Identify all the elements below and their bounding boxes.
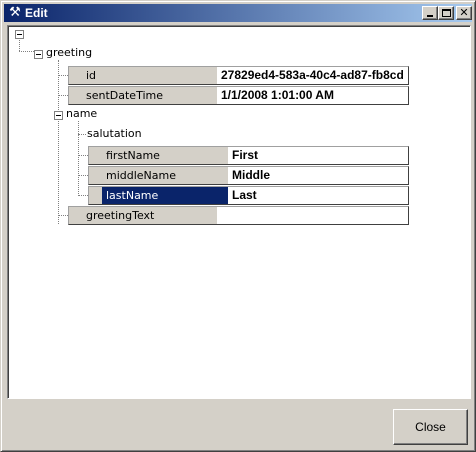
tree-line: [19, 40, 20, 51]
tree-line: [58, 60, 59, 224]
property-name: id: [69, 67, 217, 84]
property-value-greetingtext[interactable]: [218, 207, 408, 224]
property-name-cell: lastName: [89, 187, 228, 204]
property-value-sentdatetime[interactable]: 1/1/2008 1:01:00 AM: [218, 87, 408, 104]
property-row-greetingtext[interactable]: greetingText: [68, 206, 409, 225]
tree-line: [78, 134, 86, 135]
tree-line: [78, 121, 79, 196]
title-bar[interactable]: ⚒ Edit ✕: [4, 4, 472, 22]
tree-line: [58, 215, 68, 216]
close-button[interactable]: Close: [393, 409, 468, 445]
property-name: middleName: [89, 167, 228, 184]
window-title: Edit: [25, 6, 48, 20]
property-row-lastname[interactable]: lastName Last: [88, 186, 409, 205]
property-value-firstname[interactable]: First: [229, 147, 408, 164]
node-greeting[interactable]: greeting: [46, 46, 92, 59]
node-salutation[interactable]: salutation: [87, 127, 142, 140]
minimize-icon: [427, 15, 433, 17]
property-name: greetingText: [69, 207, 217, 224]
close-window-button[interactable]: ✕: [456, 6, 472, 20]
maximize-button[interactable]: [438, 6, 454, 20]
tools-icon: ⚒: [9, 5, 21, 20]
tree-line: [58, 95, 68, 96]
property-row-middlename[interactable]: middleName Middle: [88, 166, 409, 185]
tree-line: [58, 75, 68, 76]
close-icon: ✕: [459, 6, 469, 19]
root-collapse-toggle[interactable]: [15, 30, 24, 39]
property-value-lastname[interactable]: Last: [229, 187, 408, 204]
property-name: firstName: [89, 147, 228, 164]
edit-dialog: ⚒ Edit ✕ greeting id 27829ed4-583a-40c4-…: [0, 0, 476, 452]
tree-line: [78, 175, 88, 176]
greeting-collapse-toggle[interactable]: [34, 50, 43, 59]
property-name: sentDateTime: [69, 87, 217, 104]
tree-line: [78, 195, 88, 196]
property-name-selected: lastName: [102, 187, 228, 204]
name-collapse-toggle[interactable]: [54, 111, 63, 120]
property-row-firstname[interactable]: firstName First: [88, 146, 409, 165]
property-value-middlename[interactable]: Middle: [229, 167, 408, 184]
property-row-sentdatetime[interactable]: sentDateTime 1/1/2008 1:01:00 AM: [68, 86, 409, 105]
maximize-icon: [442, 9, 451, 17]
property-value-id[interactable]: 27829ed4-583a-40c4-ad87-fb8cd: [218, 67, 408, 84]
tree-line: [19, 51, 34, 52]
tree-line: [78, 155, 88, 156]
minimize-button[interactable]: [422, 6, 438, 20]
node-name[interactable]: name: [66, 107, 97, 120]
property-tree-panel: greeting id 27829ed4-583a-40c4-ad87-fb8c…: [7, 25, 471, 399]
property-row-id[interactable]: id 27829ed4-583a-40c4-ad87-fb8cd: [68, 66, 409, 85]
